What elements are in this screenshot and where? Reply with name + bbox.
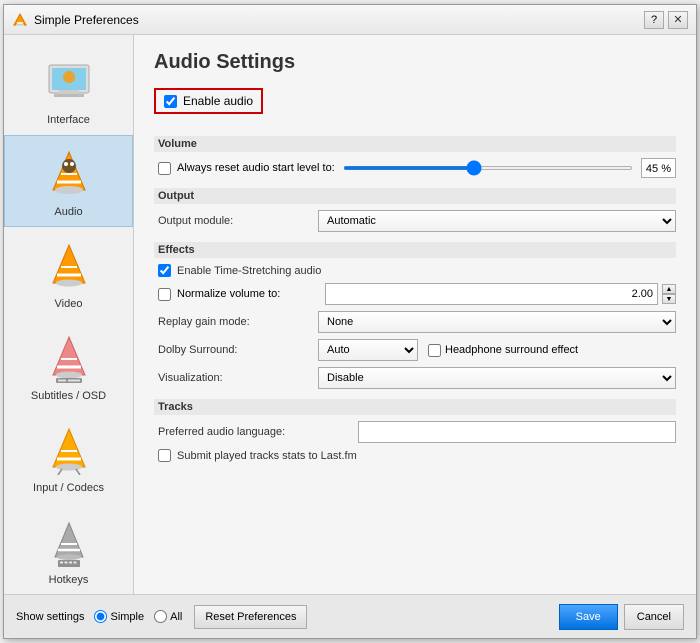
simple-radio[interactable] bbox=[94, 610, 107, 623]
settings-mode-group: Simple All bbox=[94, 610, 182, 623]
spin-up[interactable]: ▲ bbox=[662, 284, 676, 294]
interface-label: Interface bbox=[47, 114, 90, 126]
sidebar-item-subtitles[interactable]: Subtitles / OSD bbox=[4, 319, 133, 411]
replay-gain-select[interactable]: None Track Album bbox=[318, 311, 676, 333]
visualization-select[interactable]: Disable Scope Spectrum Spectrometer VU m… bbox=[318, 367, 676, 389]
main-window: Simple Preferences ? ✕ Interface bbox=[3, 4, 697, 639]
reset-button[interactable]: Reset Preferences bbox=[194, 605, 307, 629]
cancel-button[interactable]: Cancel bbox=[624, 604, 684, 630]
normalize-label[interactable]: Normalize volume to: bbox=[177, 288, 317, 300]
normalize-value[interactable] bbox=[325, 283, 658, 305]
enable-audio-label[interactable]: Enable audio bbox=[183, 94, 253, 108]
page-title: Audio Settings bbox=[154, 51, 676, 74]
output-module-field: Automatic DirectX audio output WaveOut a… bbox=[318, 210, 676, 232]
reset-audio-checkbox[interactable] bbox=[158, 162, 171, 175]
preferred-language-label: Preferred audio language: bbox=[158, 426, 358, 438]
hotkeys-label: Hotkeys bbox=[49, 574, 89, 586]
output-module-label: Output module: bbox=[158, 215, 318, 227]
visualization-field: Disable Scope Spectrum Spectrometer VU m… bbox=[318, 367, 676, 389]
dolby-row: Dolby Surround: Auto On Off Headphone su… bbox=[154, 339, 676, 361]
replay-gain-row: Replay gain mode: None Track Album bbox=[154, 311, 676, 333]
bottom-bar: Show settings Simple All Reset Preferenc… bbox=[4, 594, 696, 638]
sidebar-item-hotkeys[interactable]: Hotkeys bbox=[4, 503, 133, 594]
time-stretching-row: Enable Time-Stretching audio bbox=[154, 264, 676, 277]
volume-slider[interactable] bbox=[343, 166, 633, 170]
normalize-spin: ▲ ▼ bbox=[662, 284, 676, 304]
output-module-row: Output module: Automatic DirectX audio o… bbox=[154, 210, 676, 232]
time-stretching-label[interactable]: Enable Time-Stretching audio bbox=[177, 265, 321, 277]
spin-down[interactable]: ▼ bbox=[662, 294, 676, 304]
preferred-language-field bbox=[358, 421, 676, 443]
titlebar: Simple Preferences ? ✕ bbox=[4, 5, 696, 35]
subtitles-label: Subtitles / OSD bbox=[31, 390, 106, 402]
audio-label: Audio bbox=[54, 206, 82, 218]
close-button[interactable]: ✕ bbox=[668, 11, 688, 29]
replay-gain-label: Replay gain mode: bbox=[158, 316, 318, 328]
hotkeys-icon bbox=[39, 512, 99, 572]
enable-audio-section: Enable audio bbox=[154, 88, 263, 114]
sidebar-item-input[interactable]: Input / Codecs bbox=[4, 411, 133, 503]
normalize-checkbox[interactable] bbox=[158, 288, 171, 301]
headphone-row: Headphone surround effect bbox=[428, 344, 578, 357]
visualization-label: Visualization: bbox=[158, 372, 318, 384]
headphone-checkbox[interactable] bbox=[428, 344, 441, 357]
volume-value: 45 % bbox=[641, 158, 676, 178]
app-icon bbox=[12, 12, 28, 28]
content-area: Interface bbox=[4, 35, 696, 594]
visualization-row: Visualization: Disable Scope Spectrum Sp… bbox=[154, 367, 676, 389]
preferred-language-row: Preferred audio language: bbox=[154, 421, 676, 443]
output-module-select[interactable]: Automatic DirectX audio output WaveOut a… bbox=[318, 210, 676, 232]
tracks-section-header: Tracks bbox=[154, 399, 676, 415]
replay-gain-field: None Track Album bbox=[318, 311, 676, 333]
sidebar-item-audio[interactable]: Audio bbox=[4, 135, 133, 227]
window-title: Simple Preferences bbox=[34, 13, 644, 27]
effects-section-header: Effects bbox=[154, 242, 676, 258]
video-label: Video bbox=[55, 298, 83, 310]
save-button[interactable]: Save bbox=[559, 604, 618, 630]
reset-audio-label[interactable]: Always reset audio start level to: bbox=[177, 162, 335, 174]
all-option: All bbox=[154, 610, 182, 623]
normalize-row: Normalize volume to: ▲ ▼ bbox=[154, 283, 676, 305]
dolby-select[interactable]: Auto On Off bbox=[318, 339, 418, 361]
video-icon bbox=[39, 236, 99, 296]
submit-tracks-checkbox[interactable] bbox=[158, 449, 171, 462]
subtitles-icon bbox=[39, 328, 99, 388]
time-stretching-checkbox[interactable] bbox=[158, 264, 171, 277]
simple-option: Simple bbox=[94, 610, 144, 623]
input-label: Input / Codecs bbox=[33, 482, 104, 494]
dolby-label: Dolby Surround: bbox=[158, 344, 318, 356]
output-section-header: Output bbox=[154, 188, 676, 204]
interface-icon bbox=[39, 52, 99, 112]
preferred-language-input[interactable] bbox=[358, 421, 676, 443]
enable-audio-checkbox[interactable] bbox=[164, 95, 177, 108]
normalize-input-container: ▲ ▼ bbox=[325, 283, 676, 305]
all-label[interactable]: All bbox=[170, 611, 182, 623]
sidebar: Interface bbox=[4, 35, 134, 594]
show-settings-label: Show settings bbox=[16, 611, 84, 623]
sidebar-item-video[interactable]: Video bbox=[4, 227, 133, 319]
audio-icon bbox=[39, 144, 99, 204]
all-radio[interactable] bbox=[154, 610, 167, 623]
sidebar-item-interface[interactable]: Interface bbox=[4, 43, 133, 135]
headphone-label[interactable]: Headphone surround effect bbox=[445, 344, 578, 356]
submit-tracks-row: Submit played tracks stats to Last.fm bbox=[154, 449, 676, 462]
volume-slider-container: 45 % bbox=[343, 158, 676, 178]
volume-section-header: Volume bbox=[154, 136, 676, 152]
help-button[interactable]: ? bbox=[644, 11, 664, 29]
input-icon bbox=[39, 420, 99, 480]
submit-tracks-label[interactable]: Submit played tracks stats to Last.fm bbox=[177, 450, 357, 462]
volume-row: Always reset audio start level to: 45 % bbox=[154, 158, 676, 178]
main-panel: Audio Settings Enable audio Volume Alway… bbox=[134, 35, 696, 594]
simple-label[interactable]: Simple bbox=[110, 611, 144, 623]
